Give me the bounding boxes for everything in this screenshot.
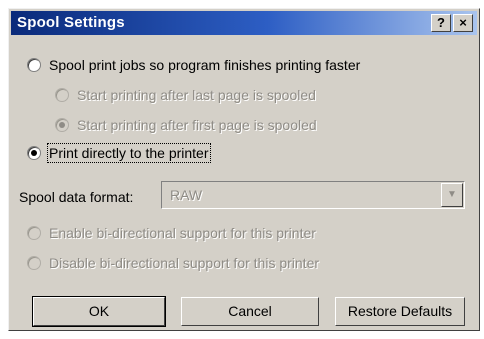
title-bar[interactable]: Spool Settings ? × xyxy=(11,11,477,35)
radio-label: Enable bi-directional support for this p… xyxy=(49,225,316,241)
radio-indicator xyxy=(27,58,41,72)
spool-format-value: RAW xyxy=(170,187,203,203)
radio-spool-jobs[interactable]: Spool print jobs so program finishes pri… xyxy=(27,57,360,73)
radio-label: Start printing after last page is spoole… xyxy=(77,87,316,103)
help-button[interactable]: ? xyxy=(431,14,451,32)
spool-settings-dialog: Spool Settings ? × Spool print jobs so p… xyxy=(8,8,480,331)
spool-format-label: Spool data format: xyxy=(19,189,134,205)
radio-indicator xyxy=(27,146,41,160)
radio-label: Start printing after first page is spool… xyxy=(77,117,317,133)
radio-indicator xyxy=(55,118,69,132)
chevron-down-icon: ▼ xyxy=(447,189,457,200)
radio-start-after-first: Start printing after first page is spool… xyxy=(55,117,317,133)
radio-indicator xyxy=(27,226,41,240)
radio-label: Disable bi-directional support for this … xyxy=(49,255,320,271)
cancel-button[interactable]: Cancel xyxy=(181,297,319,326)
radio-print-directly[interactable]: Print directly to the printer xyxy=(27,143,211,163)
radio-enable-bidi: Enable bi-directional support for this p… xyxy=(27,225,316,241)
dialog-title: Spool Settings xyxy=(17,14,125,31)
radio-indicator xyxy=(27,256,41,270)
radio-indicator xyxy=(55,88,69,102)
close-icon: × xyxy=(459,15,467,30)
close-button[interactable]: × xyxy=(453,14,473,32)
radio-start-after-last: Start printing after last page is spoole… xyxy=(55,87,316,103)
dropdown-arrow-button: ▼ xyxy=(441,183,463,207)
restore-defaults-button[interactable]: Restore Defaults xyxy=(335,297,465,326)
radio-label: Print directly to the printer xyxy=(47,143,211,163)
ok-button[interactable]: OK xyxy=(32,296,166,327)
question-mark-icon: ? xyxy=(437,15,445,30)
radio-label: Spool print jobs so program finishes pri… xyxy=(49,57,361,73)
radio-disable-bidi: Disable bi-directional support for this … xyxy=(27,255,319,271)
spool-format-select: RAW ▼ xyxy=(161,181,465,209)
